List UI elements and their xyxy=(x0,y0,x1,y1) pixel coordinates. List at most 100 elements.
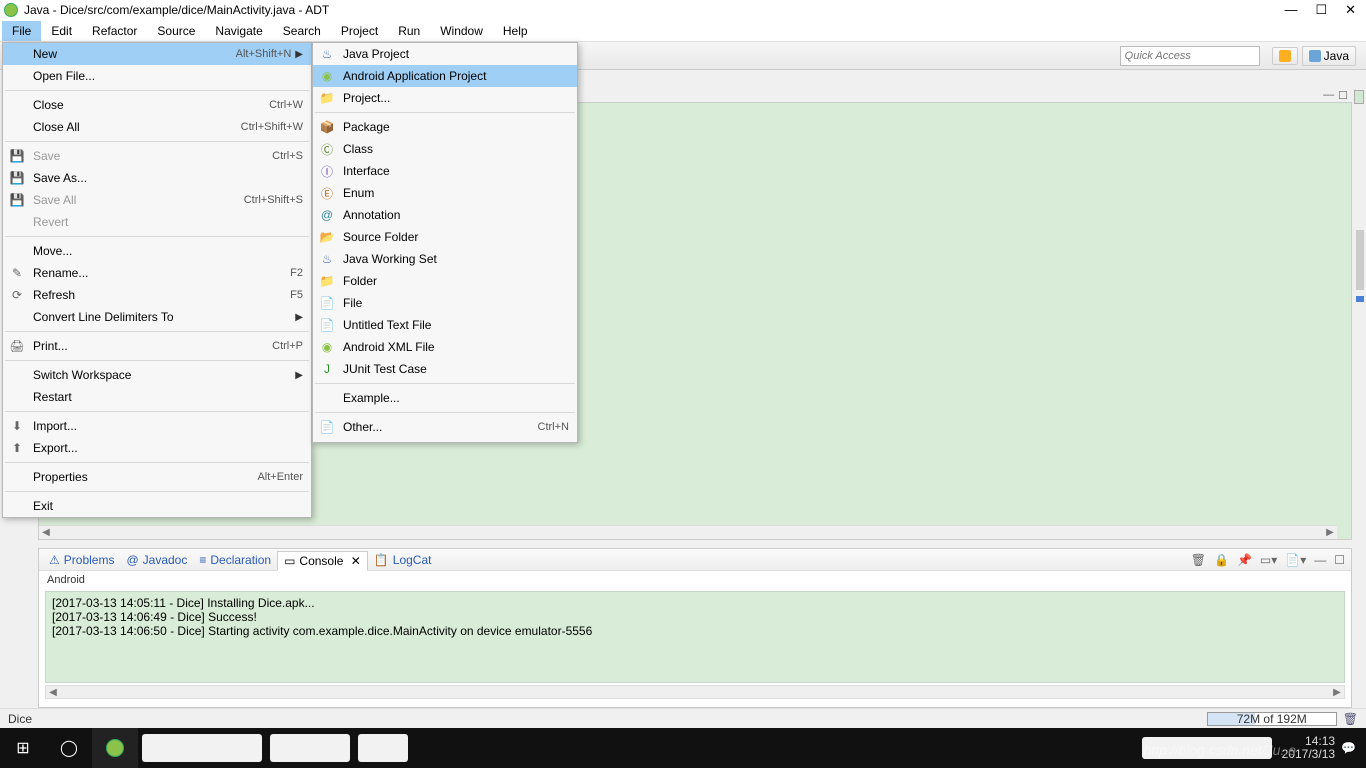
file-save-as[interactable]: 💾Save As... xyxy=(3,167,311,189)
menu-separator xyxy=(315,112,575,113)
overview-ruler-mark xyxy=(1356,296,1364,302)
maximize-button[interactable]: ☐ xyxy=(1315,2,1327,18)
file-import[interactable]: ⬇Import... xyxy=(3,415,311,437)
file-save-all[interactable]: 💾Save AllCtrl+Shift+S xyxy=(3,189,311,211)
file-close[interactable]: CloseCtrl+W xyxy=(3,94,311,116)
menu-window[interactable]: Window xyxy=(430,21,493,41)
new-android-project[interactable]: ◉Android Application Project xyxy=(313,65,577,87)
annotation-icon: @ xyxy=(319,207,335,223)
scroll-lock-icon[interactable]: 🔒 xyxy=(1212,553,1231,567)
file-refresh[interactable]: ⟳RefreshF5 xyxy=(3,284,311,306)
minimize-view-icon[interactable]: — xyxy=(1323,89,1334,102)
java-perspective-icon xyxy=(1309,50,1321,62)
submenu-arrow-icon: ▶ xyxy=(295,49,303,60)
new-annotation[interactable]: @Annotation xyxy=(313,204,577,226)
menu-navigate[interactable]: Navigate xyxy=(205,21,272,41)
new-enum[interactable]: ⒺEnum xyxy=(313,182,577,204)
tab-javadoc[interactable]: @Javadoc xyxy=(120,551,193,569)
scroll-right-icon[interactable]: ▶ xyxy=(1330,687,1344,698)
new-example[interactable]: Example... xyxy=(313,387,577,409)
file-move[interactable]: Move... xyxy=(3,240,311,262)
file-revert[interactable]: Revert xyxy=(3,211,311,233)
new-folder[interactable]: 📁Folder xyxy=(313,270,577,292)
menu-edit[interactable]: Edit xyxy=(41,21,82,41)
tab-problems[interactable]: ⚠Problems xyxy=(43,551,120,569)
quick-access-input[interactable] xyxy=(1120,46,1260,66)
menu-search[interactable]: Search xyxy=(273,21,331,41)
file-close-all[interactable]: Close AllCtrl+Shift+W xyxy=(3,116,311,138)
new-class[interactable]: ⒸClass xyxy=(313,138,577,160)
file-export[interactable]: ⬆Export... xyxy=(3,437,311,459)
scroll-left-icon[interactable]: ◀ xyxy=(46,687,60,698)
file-switch-workspace[interactable]: Switch Workspace▶ xyxy=(3,364,311,386)
save-all-icon: 💾 xyxy=(9,192,25,208)
menu-project[interactable]: Project xyxy=(331,21,388,41)
scroll-right-icon[interactable]: ▶ xyxy=(1323,527,1337,538)
new-other[interactable]: 📄Other...Ctrl+N xyxy=(313,416,577,438)
heap-bar[interactable]: 72M of 192M xyxy=(1207,712,1337,726)
new-source-folder[interactable]: 📂Source Folder xyxy=(313,226,577,248)
open-perspective-button[interactable] xyxy=(1272,47,1298,65)
new-java-project[interactable]: ♨Java Project xyxy=(313,43,577,65)
gc-button-icon[interactable]: 🗑 xyxy=(1343,712,1358,726)
task-eclipse[interactable] xyxy=(92,728,138,768)
pin-console-icon[interactable]: 📌 xyxy=(1235,553,1254,567)
new-working-set[interactable]: ♨Java Working Set xyxy=(313,248,577,270)
menubar: File Edit Refactor Source Navigate Searc… xyxy=(0,20,1366,42)
display-selected-icon[interactable]: ▭▾ xyxy=(1258,553,1279,567)
task-item-2[interactable] xyxy=(270,734,350,762)
file-exit[interactable]: Exit xyxy=(3,495,311,517)
file-restart[interactable]: Restart xyxy=(3,386,311,408)
new-package[interactable]: 📦Package xyxy=(313,116,577,138)
new-project[interactable]: 📁Project... xyxy=(313,87,577,109)
menu-file[interactable]: File xyxy=(2,21,41,41)
editor-horizontal-scrollbar[interactable]: ◀ ▶ xyxy=(39,525,1337,539)
clear-console-icon[interactable]: 🗑 xyxy=(1189,553,1208,567)
scroll-left-icon[interactable]: ◀ xyxy=(39,527,53,538)
minimize-view-icon[interactable]: — xyxy=(1312,553,1328,567)
file-properties[interactable]: PropertiesAlt+Enter xyxy=(3,466,311,488)
file-open[interactable]: Open File... xyxy=(3,65,311,87)
android-xml-icon: ◉ xyxy=(319,339,335,355)
menu-refactor[interactable]: Refactor xyxy=(82,21,147,41)
minimize-button[interactable]: — xyxy=(1284,2,1297,18)
window-controls: — ☐ ✕ xyxy=(1284,2,1362,18)
file-rename[interactable]: ✎Rename...F2 xyxy=(3,262,311,284)
new-file[interactable]: 📄File xyxy=(313,292,577,314)
java-perspective-button[interactable]: Java xyxy=(1302,46,1356,66)
task-item-3[interactable] xyxy=(358,734,408,762)
cortana-button[interactable]: ◯ xyxy=(46,728,92,768)
menu-source[interactable]: Source xyxy=(147,21,205,41)
start-button[interactable]: ⊞ xyxy=(0,728,46,768)
rename-icon: ✎ xyxy=(9,265,25,281)
maximize-view-icon[interactable]: ☐ xyxy=(1338,89,1348,102)
menu-run[interactable]: Run xyxy=(388,21,430,41)
tab-console[interactable]: ▭Console ✕ xyxy=(277,551,368,571)
new-interface[interactable]: ⒾInterface xyxy=(313,160,577,182)
tab-logcat[interactable]: 📋LogCat xyxy=(368,551,438,569)
tab-declaration[interactable]: ≡Declaration xyxy=(193,551,277,569)
maximize-view-icon[interactable]: ☐ xyxy=(1332,553,1347,567)
menu-help[interactable]: Help xyxy=(493,21,538,41)
console-output[interactable]: [2017-03-13 14:05:11 - Dice] Installing … xyxy=(45,591,1345,683)
close-button[interactable]: ✕ xyxy=(1345,2,1356,18)
console-horizontal-scrollbar[interactable]: ◀ ▶ xyxy=(45,685,1345,699)
save-as-icon: 💾 xyxy=(9,170,25,186)
notifications-icon[interactable]: 💬 xyxy=(1341,741,1356,755)
menu-separator xyxy=(5,491,309,492)
console-line: [2017-03-13 14:06:49 - Dice] Success! xyxy=(52,610,257,624)
source-folder-icon: 📂 xyxy=(319,229,335,245)
window-titlebar: Java - Dice/src/com/example/dice/MainAct… xyxy=(0,0,1366,20)
menu-separator xyxy=(315,412,575,413)
file-new[interactable]: NewAlt+Shift+N▶ xyxy=(3,43,311,65)
vertical-scrollbar-thumb[interactable] xyxy=(1356,230,1364,290)
new-android-xml[interactable]: ◉Android XML File xyxy=(313,336,577,358)
task-item-1[interactable] xyxy=(142,734,262,762)
file-save[interactable]: 💾SaveCtrl+S xyxy=(3,145,311,167)
file-print[interactable]: 🖨Print...Ctrl+P xyxy=(3,335,311,357)
new-junit[interactable]: JJUnit Test Case xyxy=(313,358,577,380)
new-untitled-text[interactable]: 📄Untitled Text File xyxy=(313,314,577,336)
file-convert-delim[interactable]: Convert Line Delimiters To▶ xyxy=(3,306,311,328)
open-console-icon[interactable]: 📄▾ xyxy=(1283,553,1308,567)
tray-item[interactable] xyxy=(1142,737,1272,759)
